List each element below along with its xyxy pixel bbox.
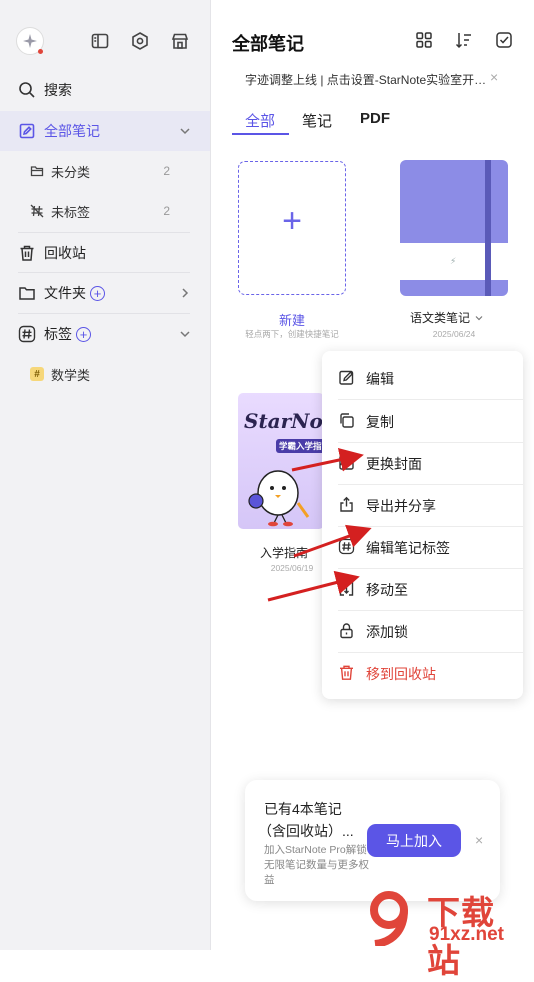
annotation-arrow	[267, 570, 360, 602]
promo-title-line1: 已有4本笔记	[264, 801, 342, 817]
annotation-arrow	[291, 447, 364, 472]
annotation-arrow	[293, 524, 372, 558]
watermark-logo: 下载站 91xz.net	[363, 886, 528, 979]
promo-card: 已有4本笔记 （含回收站）... 加入StarNote Pro解锁无限笔记数量与…	[245, 780, 500, 901]
promo-title-line2: （含回收站）...	[258, 823, 354, 839]
watermark-9-icon	[370, 891, 408, 946]
promo-description: 加入StarNote Pro解锁无限笔记数量与更多权益	[264, 844, 369, 886]
promo-join-button[interactable]: 马上加入	[367, 824, 461, 857]
promo-close-button[interactable]: ×	[475, 832, 483, 848]
watermark-url: 91xz.net	[429, 924, 504, 945]
